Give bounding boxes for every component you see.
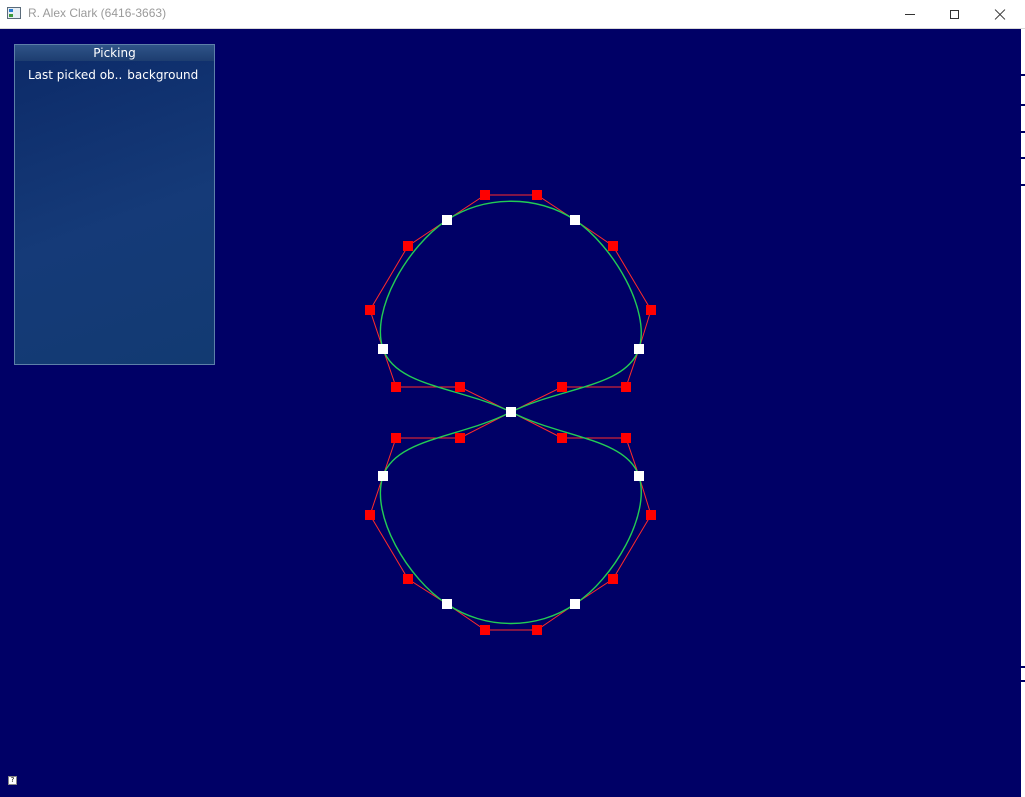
control-point[interactable] xyxy=(403,574,413,584)
curve-joint-point[interactable] xyxy=(570,215,580,225)
app-window-icon xyxy=(7,7,21,19)
edge-notch xyxy=(1021,74,1025,76)
curve-joint-point[interactable] xyxy=(378,471,388,481)
application-window: R. Alex Clark (6416-3663) Picking Last p… xyxy=(0,0,1025,797)
curve-joint-point[interactable] xyxy=(442,215,452,225)
edge-notch xyxy=(1021,157,1025,159)
curve-joint-point[interactable] xyxy=(570,599,580,609)
control-point[interactable] xyxy=(557,382,567,392)
edge-notch xyxy=(1021,131,1025,133)
picking-panel[interactable]: Picking Last picked ob.. background xyxy=(14,44,215,365)
help-icon[interactable]: ? xyxy=(8,776,17,785)
close-icon xyxy=(994,8,1006,20)
edge-notch xyxy=(1021,184,1025,186)
control-point[interactable] xyxy=(621,433,631,443)
control-point[interactable] xyxy=(646,305,656,315)
maximize-button[interactable] xyxy=(931,0,977,28)
title-bar[interactable]: R. Alex Clark (6416-3663) xyxy=(0,0,1025,29)
control-point[interactable] xyxy=(608,574,618,584)
control-point[interactable] xyxy=(532,190,542,200)
last-picked-label: Last picked ob.. xyxy=(28,68,123,82)
control-point[interactable] xyxy=(455,382,465,392)
control-point[interactable] xyxy=(365,510,375,520)
last-picked-row: Last picked ob.. background xyxy=(28,68,198,82)
curve-joint-point[interactable] xyxy=(442,599,452,609)
edge-notch xyxy=(1021,680,1025,682)
curve-joint-point[interactable] xyxy=(378,344,388,354)
control-point[interactable] xyxy=(365,305,375,315)
control-point[interactable] xyxy=(532,625,542,635)
window-title: R. Alex Clark (6416-3663) xyxy=(28,6,167,20)
control-point[interactable] xyxy=(455,433,465,443)
control-point[interactable] xyxy=(608,241,618,251)
edge-notch xyxy=(1021,666,1025,668)
control-point[interactable] xyxy=(646,510,656,520)
edge-notch xyxy=(1021,104,1025,106)
control-point[interactable] xyxy=(621,382,631,392)
minimize-icon xyxy=(905,13,915,15)
panel-title: Picking xyxy=(15,45,214,61)
control-point[interactable] xyxy=(480,625,490,635)
close-button[interactable] xyxy=(977,0,1023,28)
control-point[interactable] xyxy=(403,241,413,251)
minimize-button[interactable] xyxy=(887,0,933,28)
control-point[interactable] xyxy=(480,190,490,200)
control-point[interactable] xyxy=(391,433,401,443)
curve-joint-point[interactable] xyxy=(634,344,644,354)
control-point[interactable] xyxy=(557,433,567,443)
curve-joint-point[interactable] xyxy=(506,407,516,417)
last-picked-value: background xyxy=(127,68,199,82)
curve-joint-point[interactable] xyxy=(634,471,644,481)
control-point[interactable] xyxy=(391,382,401,392)
maximize-icon xyxy=(949,9,959,19)
window-right-edge xyxy=(1021,29,1025,797)
